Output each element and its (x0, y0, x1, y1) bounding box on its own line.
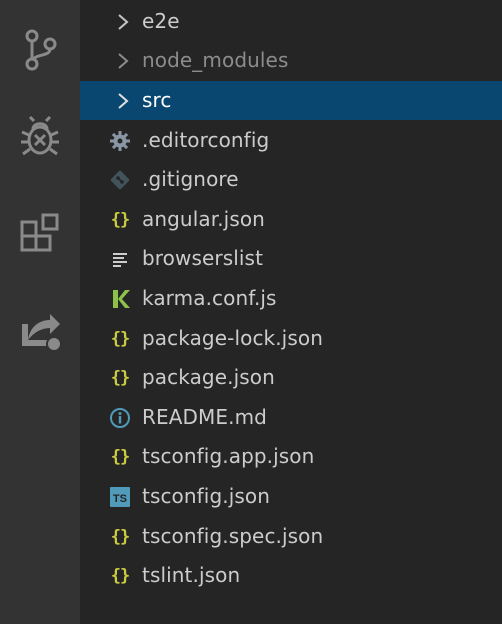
debug-icon[interactable] (10, 106, 70, 166)
file-package-json[interactable]: {} package.json (80, 358, 502, 397)
git-file-icon (108, 168, 132, 192)
gear-file-icon (108, 129, 132, 153)
file-editorconfig[interactable]: .editorconfig (80, 121, 502, 160)
file-label: tslint.json (142, 563, 241, 587)
json-file-icon: {} (110, 447, 130, 467)
file-label: tsconfig.spec.json (142, 524, 324, 548)
file-readme[interactable]: README.md (80, 398, 502, 437)
file-browserslist[interactable]: browserslist (80, 239, 502, 278)
file-label: package.json (142, 365, 275, 389)
json-file-icon: {} (110, 527, 130, 547)
chevron-right-icon (118, 14, 129, 30)
file-label: README.md (142, 405, 267, 429)
json-file-icon: {} (110, 210, 130, 230)
file-tsconfig-json[interactable]: TS tsconfig.json (80, 477, 502, 516)
folder-label: node_modules (142, 48, 289, 72)
file-label: package-lock.json (142, 326, 323, 350)
folder-src[interactable]: src (80, 81, 502, 120)
file-label: karma.conf.js (142, 286, 277, 310)
source-control-icon[interactable] (10, 20, 70, 80)
file-label: tsconfig.app.json (142, 444, 315, 468)
extensions-icon[interactable] (10, 206, 70, 266)
chevron-right-icon (118, 53, 129, 69)
folder-node-modules[interactable]: node_modules (80, 41, 502, 80)
typescript-file-icon: TS (108, 485, 132, 509)
file-label: browserslist (142, 246, 264, 270)
file-angular-json[interactable]: {} angular.json (80, 200, 502, 239)
file-label: .editorconfig (142, 128, 270, 152)
file-package-lock-json[interactable]: {} package-lock.json (80, 319, 502, 358)
file-label: tsconfig.json (142, 484, 271, 508)
file-label: angular.json (142, 207, 265, 231)
info-file-icon (108, 406, 132, 430)
folder-label: src (142, 88, 172, 112)
file-gitignore[interactable]: .gitignore (80, 160, 502, 199)
activity-bar (0, 0, 80, 624)
chevron-right-icon (118, 93, 129, 109)
folder-e2e[interactable]: e2e (80, 2, 502, 41)
lines-file-icon (108, 247, 132, 271)
folder-label: e2e (142, 9, 180, 33)
file-label: .gitignore (142, 167, 239, 191)
karma-file-icon (108, 287, 132, 311)
json-file-icon: {} (110, 329, 130, 349)
svg-text:TS: TS (113, 493, 127, 505)
json-file-icon: {} (110, 368, 130, 388)
file-tsconfig-spec-json[interactable]: {} tsconfig.spec.json (80, 517, 502, 556)
remote-explorer-icon[interactable] (10, 298, 70, 358)
file-explorer: e2e node_modules src .editorconfig .giti… (80, 0, 502, 624)
file-karma-conf[interactable]: karma.conf.js (80, 279, 502, 318)
file-tslint-json[interactable]: {} tslint.json (80, 556, 502, 595)
json-file-icon: {} (110, 566, 130, 586)
file-tsconfig-app-json[interactable]: {} tsconfig.app.json (80, 437, 502, 476)
